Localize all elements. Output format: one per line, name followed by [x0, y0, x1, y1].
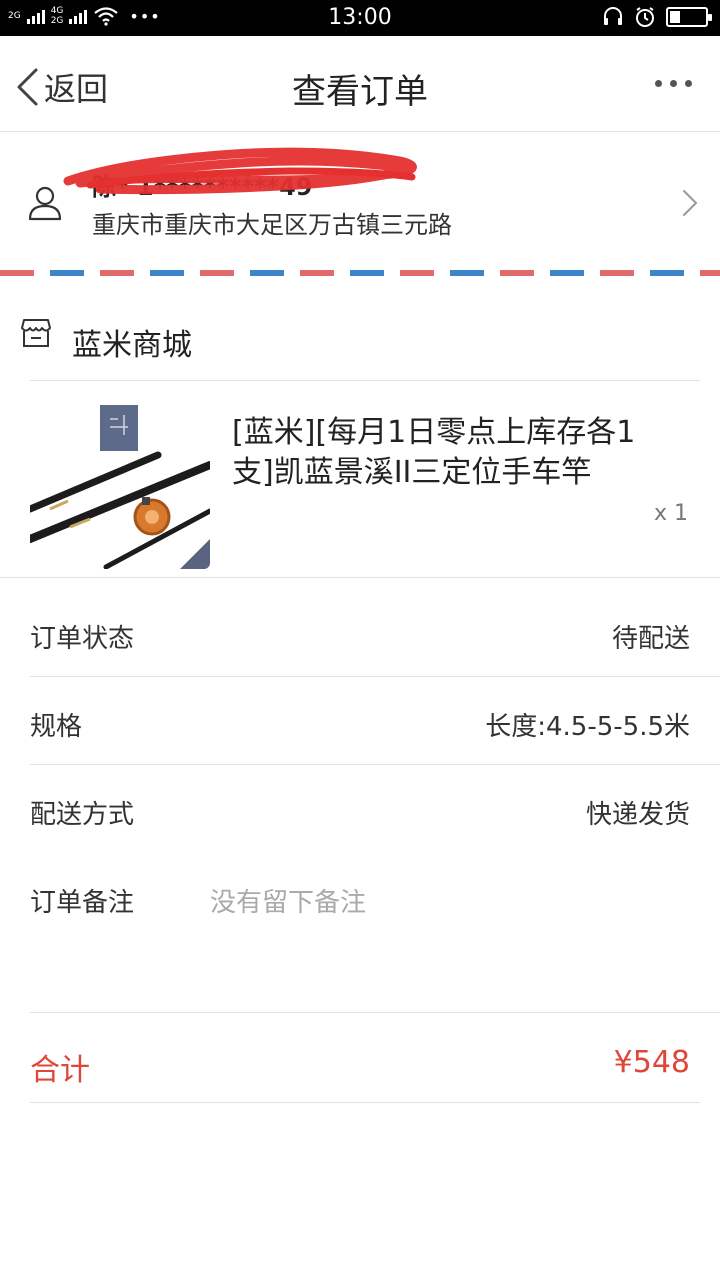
order-remark-value: 没有留下备注	[210, 888, 367, 918]
chevron-right-icon	[683, 190, 698, 216]
delivery-method-label: 配送方式	[30, 800, 135, 830]
spec-value: 长度:4.5-5-5.5米	[485, 712, 690, 742]
product-image	[30, 389, 210, 569]
shop-name: 蓝米商城	[72, 328, 192, 363]
nav-bar: 返回 查看订单	[0, 36, 720, 132]
status-right	[602, 6, 712, 28]
store-icon	[21, 319, 51, 347]
order-status-row: 订单状态 待配送	[30, 588, 690, 676]
order-remark-row: 订单备注 没有留下备注	[30, 852, 690, 940]
address-detail: 重庆市重庆市大足区万古镇三元路	[92, 211, 452, 239]
total-amount: ¥548	[613, 1045, 690, 1080]
total-row: 合计 ¥548	[30, 1015, 690, 1103]
address-envelope-stripe	[0, 270, 720, 276]
spec-row: 规格 长度:4.5-5-5.5米	[30, 676, 690, 764]
person-icon	[28, 186, 62, 221]
product-title: [蓝米][每月1日零点上库存各1支]凯蓝景溪II三定位手车竿	[232, 415, 636, 490]
spec-label: 规格	[30, 712, 83, 742]
delivery-method-row: 配送方式 快递发货	[30, 764, 690, 852]
headset-icon	[604, 7, 622, 25]
order-status-value: 待配送	[611, 624, 690, 654]
more-dot-icon	[655, 80, 662, 87]
product-item[interactable]: [蓝米][每月1日零点上库存各1支]凯蓝景溪II三定位手车竿 x 1	[0, 381, 720, 577]
battery-icon	[666, 7, 712, 27]
more-menu-button[interactable]	[655, 80, 692, 87]
order-remark-label: 订单备注	[30, 888, 135, 918]
status-bar: 2G 4G 2G ••• 13:00	[0, 0, 720, 36]
divider	[0, 577, 720, 578]
divider	[30, 1012, 720, 1013]
more-dot-icon	[670, 80, 677, 87]
alarm-icon	[636, 7, 654, 27]
delivery-method-value: 快递发货	[585, 800, 690, 830]
redaction-scribble	[63, 147, 417, 195]
fishing-rod-image	[30, 389, 210, 569]
shop-header[interactable]: 蓝米商城	[0, 296, 720, 380]
order-status-label: 订单状态	[30, 624, 135, 654]
shipping-address[interactable]: 陈* 1**********49 重庆市重庆市大足区万古镇三元路	[0, 133, 720, 269]
product-quantity: x 1	[653, 501, 688, 526]
total-label: 合计	[30, 1053, 90, 1088]
page-title: 查看订单	[292, 72, 428, 112]
more-dot-icon	[685, 80, 692, 87]
battery-level	[670, 11, 681, 23]
divider	[30, 1102, 700, 1103]
